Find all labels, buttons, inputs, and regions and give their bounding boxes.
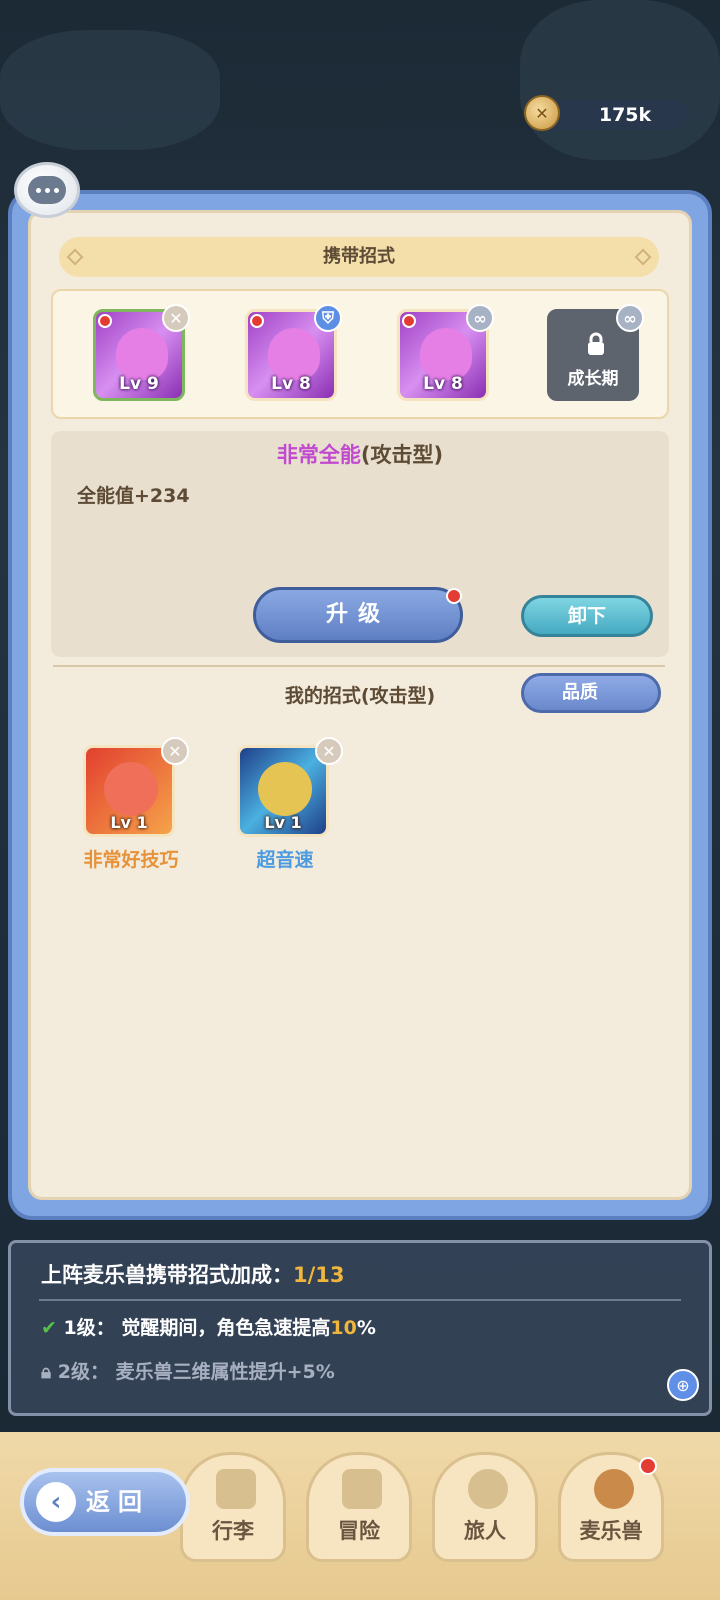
- monster-icon: [258, 762, 312, 816]
- slot-level: Lv 9: [119, 374, 159, 394]
- nav-item-luggage[interactable]: 行李: [180, 1452, 286, 1562]
- bonus-row-1: ✔ 1级： 觉醒期间，角色急速提高10%: [41, 1313, 376, 1340]
- chat-icon: [28, 176, 66, 204]
- lock-icon: 🔒︎: [41, 1361, 52, 1383]
- monster-icon: [420, 328, 472, 380]
- nav-item-label: 麦乐兽: [579, 1519, 643, 1543]
- move-level: Lv 1: [264, 813, 302, 832]
- bonus-row-1-text: 1级： 觉醒期间，角色急速提高: [63, 1317, 331, 1339]
- back-arrow-icon: ‹: [36, 1482, 76, 1522]
- move-slot-1[interactable]: ✕ Lv 9: [93, 304, 190, 401]
- bonus-row-2: 🔒︎ 2级： 麦乐兽三维属性提升+5%: [41, 1357, 335, 1384]
- back-button-label: 返回: [86, 1488, 150, 1516]
- cross-badge-icon: ✕: [162, 304, 190, 332]
- move-level: Lv 1: [110, 813, 148, 832]
- upgrade-button[interactable]: 升级: [253, 587, 463, 643]
- unload-button[interactable]: 卸下: [521, 595, 653, 637]
- back-button[interactable]: ‹ 返回: [20, 1468, 190, 1536]
- nav-item-traveler[interactable]: 旅人: [432, 1452, 538, 1562]
- nav-item-label: 行李: [212, 1519, 254, 1543]
- currency-amount: 175k: [598, 104, 652, 126]
- swords-icon: [342, 1469, 382, 1509]
- link-badge-icon: ∞: [616, 304, 644, 332]
- bonus-progress: 1/13: [293, 1263, 345, 1287]
- bonus-row-2-text: 2级： 麦乐兽三维属性提升+5%: [57, 1361, 335, 1383]
- beast-icon: [594, 1469, 634, 1509]
- monster-icon: [268, 328, 320, 380]
- moves-panel: 携带招式 ✕ Lv 9 ⛨ Lv 8 ∞ Lv 8 ∞ 成长期 非常全能(攻击型…: [8, 190, 712, 1220]
- notification-dot: [98, 314, 112, 328]
- traveler-icon: [468, 1469, 508, 1509]
- quality-filter-button[interactable]: 品质: [521, 673, 661, 713]
- background-rock: [0, 30, 220, 150]
- move-card-name: 超音速: [256, 849, 314, 871]
- move-detail-title: 非常全能(攻击型): [51, 439, 669, 469]
- cross-badge-icon: ✕: [161, 737, 189, 765]
- nav-item-mellow-beast[interactable]: 麦乐兽: [558, 1452, 664, 1562]
- lock-icon: [588, 332, 604, 355]
- carried-moves-slots: ✕ Lv 9 ⛨ Lv 8 ∞ Lv 8 ∞ 成长期: [51, 289, 669, 419]
- zoom-icon[interactable]: ⊕: [667, 1369, 699, 1401]
- slot-level: Lv 8: [423, 374, 463, 394]
- chat-button[interactable]: [14, 162, 80, 218]
- move-icon: Lv 1: [237, 745, 329, 837]
- notification-dot: [250, 314, 264, 328]
- notification-dot: [639, 1457, 657, 1475]
- currency-display: ✕ 175k: [524, 95, 688, 131]
- link-badge-icon: ∞: [466, 304, 494, 332]
- notification-dot: [402, 314, 416, 328]
- move-card[interactable]: Lv 1 ✕ 非常好技巧: [61, 737, 201, 885]
- divider: [53, 665, 665, 667]
- move-slot-2[interactable]: ⛨ Lv 8: [245, 304, 342, 401]
- bonus-row-1-value: 10: [330, 1317, 357, 1339]
- divider: [39, 1299, 681, 1301]
- move-card[interactable]: Lv 1 ✕ 超音速: [215, 737, 355, 885]
- monster-icon: [104, 762, 158, 816]
- bonus-title: 上阵麦乐兽携带招式加成：1/13: [41, 1259, 345, 1289]
- check-icon: ✔: [41, 1317, 57, 1339]
- coin-icon: ✕: [524, 95, 560, 131]
- cross-badge-icon: ✕: [315, 737, 343, 765]
- locked-slot-label: 成长期: [567, 369, 619, 389]
- bonus-row-1-suffix: %: [356, 1317, 376, 1339]
- monster-icon: [116, 328, 168, 380]
- luggage-icon: [216, 1469, 256, 1509]
- bonus-title-text: 上阵麦乐兽携带招式加成：: [41, 1263, 293, 1287]
- nav-item-label: 冒险: [338, 1519, 380, 1543]
- upgrade-button-label: 升级: [325, 602, 390, 627]
- move-type: (攻击型): [360, 443, 444, 467]
- move-stat: 全能值+234: [77, 485, 190, 507]
- move-slot-3[interactable]: ∞ Lv 8: [397, 304, 494, 401]
- move-icon: Lv 1: [83, 745, 175, 837]
- move-detail: 非常全能(攻击型) 全能值+234 升级 卸下: [51, 431, 669, 657]
- move-name: 非常全能: [276, 443, 361, 467]
- move-card-name: 非常好技巧: [83, 849, 179, 871]
- background-rock: [520, 0, 720, 160]
- slot-level: Lv 8: [271, 374, 311, 394]
- carried-moves-header: 携带招式: [59, 237, 659, 277]
- nav-item-label: 旅人: [464, 1519, 506, 1543]
- moves-panel-inner: 携带招式 ✕ Lv 9 ⛨ Lv 8 ∞ Lv 8 ∞ 成长期 非常全能(攻击型…: [28, 210, 692, 1200]
- bonus-panel: 上阵麦乐兽携带招式加成：1/13 ✔ 1级： 觉醒期间，角色急速提高10% 🔒︎…: [8, 1240, 712, 1416]
- move-slot-locked[interactable]: ∞ 成长期: [547, 304, 644, 401]
- carried-moves-title: 携带招式: [323, 246, 395, 267]
- notification-dot: [446, 588, 462, 604]
- shield-badge-icon: ⛨: [314, 304, 342, 332]
- nav-item-adventure[interactable]: 冒险: [306, 1452, 412, 1562]
